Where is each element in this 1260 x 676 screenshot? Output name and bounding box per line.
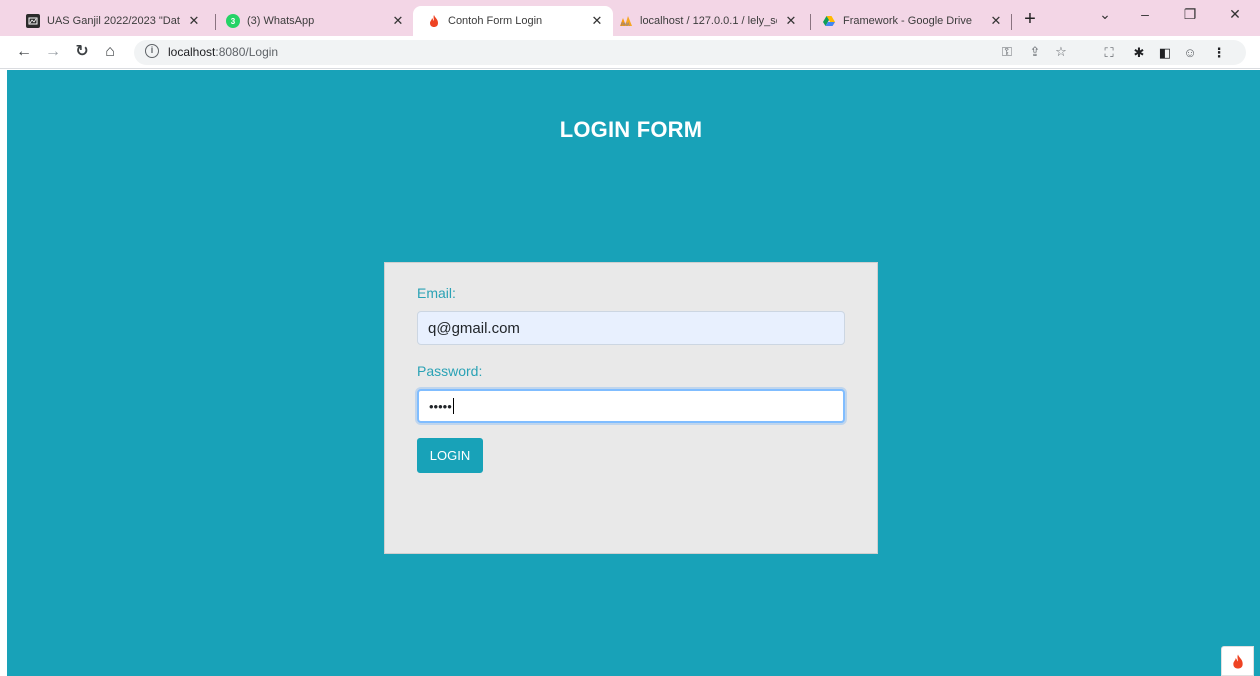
svg-text:PMA: PMA: [621, 22, 630, 27]
forward-icon[interactable]: →: [43, 42, 63, 62]
back-icon[interactable]: ←: [14, 42, 34, 62]
close-icon[interactable]: ✕: [988, 13, 1004, 29]
tab-phpmyadmin[interactable]: PMA localhost / 127.0.0.1 / lely_so ✕: [605, 6, 807, 36]
login-form: Email: q@gmail.com Password: ••••• LOGIN: [384, 262, 878, 554]
new-tab-button[interactable]: +: [1019, 9, 1041, 31]
dark-square-icon: [26, 14, 40, 28]
key-icon[interactable]: ⚿: [998, 44, 1016, 60]
tab-search-icon[interactable]: ⌄: [1090, 6, 1120, 23]
codeigniter-debug-toolbar-icon[interactable]: [1221, 646, 1254, 676]
tab-uas[interactable]: UAS Ganjil 2022/2023 "Datab ✕: [12, 6, 210, 36]
address-bar[interactable]: i localhost:8080/Login ⚿ ⇪ ☆: [134, 40, 1246, 65]
close-window-icon[interactable]: ✕: [1220, 6, 1250, 23]
email-label: Email:: [417, 285, 456, 301]
email-field[interactable]: q@gmail.com: [417, 311, 845, 345]
side-panel-icon[interactable]: ◧: [1156, 45, 1174, 61]
close-icon[interactable]: ✕: [783, 13, 799, 29]
restore-icon[interactable]: ❐: [1175, 6, 1205, 23]
minimize-icon[interactable]: –: [1130, 6, 1160, 22]
phpmyadmin-icon: PMA: [619, 14, 633, 28]
tab-whatsapp[interactable]: 3 (3) WhatsApp ✕: [212, 6, 414, 36]
tab-strip: UAS Ganjil 2022/2023 "Datab ✕ 3 (3) What…: [0, 0, 1260, 36]
tab-contoh-form-login[interactable]: Contoh Form Login ✕: [413, 6, 613, 36]
menu-icon[interactable]: ⋮: [1210, 45, 1228, 61]
browser-toolbar: ← → ↻ ⌂ i localhost:8080/Login ⚿ ⇪ ☆ ⛶ ✱…: [0, 36, 1260, 69]
close-icon[interactable]: ✕: [589, 13, 605, 29]
page-title: LOGIN FORM: [559, 117, 703, 142]
home-icon[interactable]: ⌂: [100, 42, 120, 62]
screenshot-icon[interactable]: ⛶: [1100, 45, 1118, 61]
page-body: LOGIN FORM Email: q@gmail.com Password: …: [7, 70, 1260, 676]
password-label: Password:: [417, 363, 483, 379]
close-icon[interactable]: ✕: [390, 13, 406, 29]
site-info-icon[interactable]: i: [145, 44, 159, 58]
share-icon[interactable]: ⇪: [1026, 44, 1044, 60]
login-button[interactable]: LOGIN: [417, 438, 483, 473]
bookmark-star-icon[interactable]: ☆: [1052, 44, 1070, 60]
reload-icon[interactable]: ↻: [72, 42, 92, 62]
profile-avatar-icon[interactable]: ☺: [1181, 45, 1199, 61]
url-text: localhost:8080/Login: [168, 45, 279, 59]
whatsapp-icon: 3: [226, 14, 240, 28]
tab-google-drive[interactable]: Framework - Google Drive ✕: [808, 6, 1012, 36]
extensions-icon[interactable]: ✱: [1130, 45, 1148, 61]
google-drive-icon: [822, 14, 836, 28]
close-icon[interactable]: ✕: [186, 13, 202, 29]
password-field[interactable]: •••••: [417, 389, 845, 423]
text-cursor: [452, 398, 454, 414]
codeigniter-flame-icon: [427, 14, 441, 28]
